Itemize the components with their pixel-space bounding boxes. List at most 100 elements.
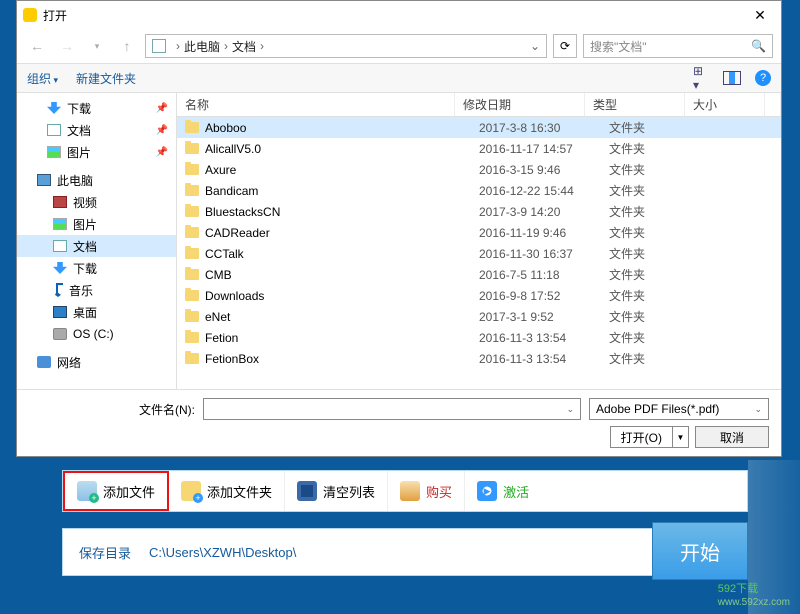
titlebar: 打开 ✕: [17, 1, 781, 29]
file-row[interactable]: CADReader2016-11-19 9:46文件夹: [177, 222, 781, 243]
col-date[interactable]: 修改日期: [455, 93, 585, 116]
pin-icon: 📌: [156, 147, 168, 158]
clear-icon: [297, 481, 317, 501]
forward-button[interactable]: →: [55, 34, 79, 58]
add-folder-icon: [181, 481, 201, 501]
file-row[interactable]: eNet2017-3-1 9:52文件夹: [177, 306, 781, 327]
file-row[interactable]: Downloads2016-9-8 17:52文件夹: [177, 285, 781, 306]
file-row[interactable]: Bandicam2016-12-22 15:44文件夹: [177, 180, 781, 201]
column-headers: 名称 修改日期 类型 大小: [177, 93, 781, 117]
sidebar-item[interactable]: 文档📌: [17, 119, 176, 141]
sidebar-icon: [37, 174, 51, 186]
crumb-pc[interactable]: 此电脑: [184, 38, 220, 55]
close-button[interactable]: ✕: [745, 7, 775, 24]
file-row[interactable]: CCTalk2016-11-30 16:37文件夹: [177, 243, 781, 264]
sidebar-item[interactable]: 图片: [17, 213, 176, 235]
folder-icon: [185, 269, 199, 280]
col-size[interactable]: 大小: [685, 93, 765, 116]
col-type[interactable]: 类型: [585, 93, 685, 116]
dialog-bottom: 文件名(N): ⌄ Adobe PDF Files(*.pdf) ⌄ 打开(O)…: [17, 389, 781, 456]
address-bar[interactable]: › 此电脑 › 文档 › ⌄: [145, 34, 547, 58]
folder-icon: [185, 206, 199, 217]
sidebar-item[interactable]: 下载: [17, 257, 176, 279]
address-dropdown-icon[interactable]: ⌄: [530, 39, 540, 53]
filetype-value: Adobe PDF Files(*.pdf): [596, 402, 719, 416]
preview-pane-button[interactable]: [723, 71, 741, 85]
clear-list-button[interactable]: 清空列表: [285, 471, 388, 511]
file-row[interactable]: CMB2016-7-5 11:18文件夹: [177, 264, 781, 285]
sidebar-item[interactable]: OS (C:): [17, 323, 176, 345]
folder-icon: [185, 227, 199, 238]
back-button[interactable]: ←: [25, 34, 49, 58]
file-row[interactable]: AlicallV5.02016-11-17 14:57文件夹: [177, 138, 781, 159]
search-input[interactable]: 搜索"文档" 🔍: [583, 34, 773, 58]
sidebar-item[interactable]: 下载📌: [17, 97, 176, 119]
save-bar: 保存目录 C:\Users\XZWH\Desktop\: [62, 528, 748, 576]
location-icon: [152, 39, 166, 53]
pin-icon: 📌: [156, 103, 168, 114]
start-button[interactable]: 开始: [652, 522, 748, 580]
file-row[interactable]: Fetion2016-11-3 13:54文件夹: [177, 327, 781, 348]
cancel-button[interactable]: 取消: [695, 426, 769, 448]
col-name[interactable]: 名称: [177, 93, 455, 116]
view-options-button[interactable]: ⊞ ▾: [693, 71, 709, 85]
new-folder-button[interactable]: 新建文件夹: [76, 70, 136, 87]
sidebar-icon: [53, 240, 67, 252]
watermark: 592下载 www.592xz.com: [718, 580, 790, 608]
dialog-title: 打开: [43, 7, 67, 24]
recent-dropdown[interactable]: ▾: [85, 34, 109, 58]
folder-icon: [185, 332, 199, 343]
add-file-button[interactable]: 添加文件: [63, 471, 169, 511]
sidebar-item[interactable]: 视频: [17, 191, 176, 213]
file-row[interactable]: Aboboo2017-3-8 16:30文件夹: [177, 117, 781, 138]
add-file-icon: [77, 481, 97, 501]
sidebar-icon: [53, 306, 67, 318]
app-icon: [23, 8, 37, 22]
up-button[interactable]: ↑: [115, 34, 139, 58]
sidebar-icon: [47, 124, 61, 136]
nav-row: ← → ▾ ↑ › 此电脑 › 文档 › ⌄ ⟳ 搜索"文档" 🔍: [17, 29, 781, 63]
sidebar-item[interactable]: 文档: [17, 235, 176, 257]
sidebar-icon: [53, 196, 67, 208]
folder-icon: [185, 311, 199, 322]
activate-button[interactable]: 激活: [465, 471, 541, 511]
sidebar-icon: [53, 218, 67, 230]
sidebar-item[interactable]: 音乐: [17, 279, 176, 301]
sidebar: 下载📌文档📌图片📌 此电脑视频图片文档下载音乐桌面OS (C:) 网络: [17, 93, 177, 389]
filetype-select[interactable]: Adobe PDF Files(*.pdf) ⌄: [589, 398, 769, 420]
organize-menu[interactable]: 组织: [27, 70, 58, 87]
activate-icon: [477, 481, 497, 501]
file-row[interactable]: BluestacksCN2017-3-9 14:20文件夹: [177, 201, 781, 222]
search-placeholder: 搜索"文档": [590, 38, 647, 55]
sidebar-item[interactable]: 此电脑: [17, 169, 176, 191]
pin-icon: 📌: [156, 125, 168, 136]
file-rows[interactable]: Aboboo2017-3-8 16:30文件夹AlicallV5.02016-1…: [177, 117, 781, 389]
sidebar-icon: [53, 262, 67, 274]
filename-label: 文件名(N):: [139, 401, 195, 418]
file-row[interactable]: FetionBox2016-11-3 13:54文件夹: [177, 348, 781, 369]
open-button[interactable]: 打开(O) ▼: [610, 426, 689, 448]
folder-icon: [185, 122, 199, 133]
toolbar: 组织 新建文件夹 ⊞ ▾ ?: [17, 63, 781, 93]
sidebar-item[interactable]: 桌面: [17, 301, 176, 323]
sidebar-icon: [53, 283, 63, 297]
folder-icon: [185, 185, 199, 196]
filename-input[interactable]: ⌄: [203, 398, 581, 420]
sidebar-item[interactable]: 图片📌: [17, 141, 176, 163]
save-label: 保存目录: [79, 543, 131, 562]
buy-button[interactable]: 购买: [388, 471, 465, 511]
add-folder-button[interactable]: 添加文件夹: [169, 471, 285, 511]
help-button[interactable]: ?: [755, 70, 771, 86]
refresh-button[interactable]: ⟳: [553, 34, 577, 58]
app-toolbar: 添加文件 添加文件夹 清空列表 购买 激活: [62, 470, 748, 512]
sidebar-icon: [53, 328, 67, 340]
file-list: 名称 修改日期 类型 大小 Aboboo2017-3-8 16:30文件夹Ali…: [177, 93, 781, 389]
sidebar-item[interactable]: 网络: [17, 351, 176, 373]
folder-icon: [185, 248, 199, 259]
crumb-documents[interactable]: 文档: [232, 38, 256, 55]
file-row[interactable]: Axure2016-3-15 9:46文件夹: [177, 159, 781, 180]
open-dropdown-icon[interactable]: ▼: [672, 427, 688, 447]
folder-icon: [185, 353, 199, 364]
search-icon: 🔍: [751, 39, 766, 53]
open-dialog: 打开 ✕ ← → ▾ ↑ › 此电脑 › 文档 › ⌄ ⟳ 搜索"文档" 🔍 组…: [16, 0, 782, 457]
